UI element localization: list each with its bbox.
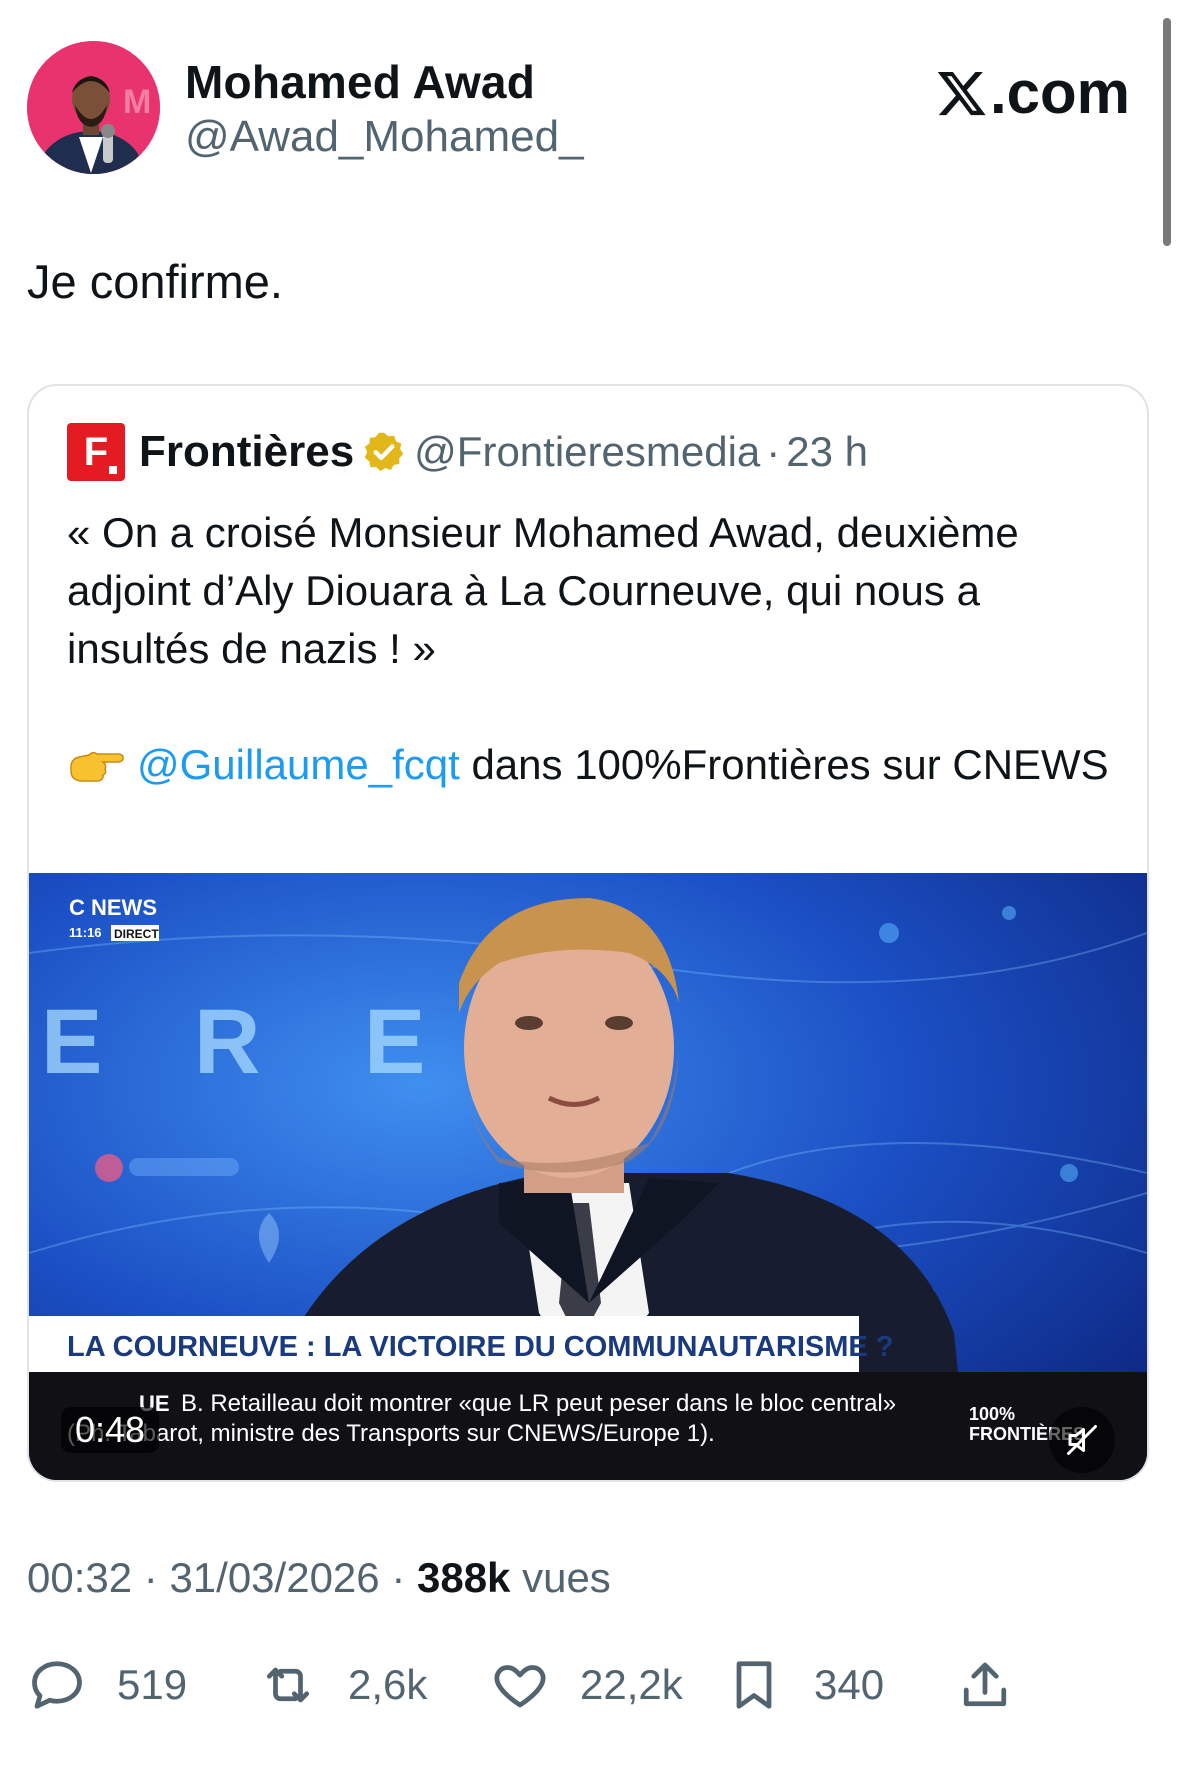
ticker-line-1: B. Retailleau doit montrer «que LR peut … xyxy=(181,1390,896,1417)
verified-badge-icon xyxy=(364,432,404,472)
like-button[interactable]: 22,2k xyxy=(490,1650,683,1720)
post-date[interactable]: 31/03/2026 xyxy=(169,1554,379,1601)
meta-separator: · xyxy=(132,1554,170,1601)
channel-bug: C NEWS 11:16 DIRECT xyxy=(69,895,159,941)
video-frame: E R E C NEWS 11:16 DIRECT LA COURNEUVE :… xyxy=(29,873,1147,1480)
heart-icon xyxy=(494,1665,546,1708)
action-bar: 519 2,6k 22,2k 340 xyxy=(0,1650,1180,1720)
quoted-author-avatar[interactable]: F xyxy=(67,423,125,481)
post-time[interactable]: 00:32 xyxy=(27,1554,132,1601)
quoted-author-name[interactable]: Frontières xyxy=(139,427,354,477)
bookmark-count: 340 xyxy=(814,1661,885,1708)
quoted-paragraph-2: @Guillaume_fcqt dans 100%Frontières sur … xyxy=(67,736,1117,794)
reply-icon xyxy=(32,1661,82,1709)
svg-text:M: M xyxy=(123,83,151,121)
share-button[interactable] xyxy=(955,1650,1045,1720)
quoted-post-header: F Frontières @Frontieresmedia · 23 h xyxy=(67,423,868,481)
bookmark-button[interactable]: 340 xyxy=(724,1650,884,1720)
quoted-author-handle[interactable]: @Frontieresmedia xyxy=(414,428,760,476)
channel-label: C NEWS xyxy=(69,895,157,920)
quoted-separator: · xyxy=(766,428,781,475)
site-logo: .com xyxy=(936,58,1130,128)
views-count: 388k xyxy=(416,1554,511,1601)
live-label: DIRECT xyxy=(114,927,159,941)
broadcast-clock: 11:16 xyxy=(69,925,102,940)
bookmark-icon xyxy=(736,1661,772,1709)
quoted-post[interactable]: F Frontières @Frontieresmedia · 23 h « O… xyxy=(27,384,1149,1482)
video-player[interactable]: E R E C NEWS 11:16 DIRECT LA COURNEUVE :… xyxy=(29,873,1147,1480)
post-meta: 00:32 · 31/03/2026 · 388k vues xyxy=(27,1550,611,1606)
pointing-hand-icon xyxy=(70,751,124,782)
quoted-post-text: « On a croisé Monsieur Mohamed Awad, deu… xyxy=(67,504,1117,794)
quoted-paragraph-2-text: dans 100%Frontières sur CNEWS xyxy=(459,741,1109,788)
reply-count: 519 xyxy=(117,1661,188,1708)
scrollbar[interactable] xyxy=(1163,18,1171,246)
mention-link[interactable]: @Guillaume_fcqt xyxy=(137,741,460,788)
quoted-timestamp[interactable]: 23 h xyxy=(786,428,868,476)
quoted-paragraph: « On a croisé Monsieur Mohamed Awad, deu… xyxy=(67,509,1019,672)
share-icon xyxy=(963,1662,1007,1707)
ticker-line-2: (Ph. Tabarot, ministre des Transports su… xyxy=(67,1420,715,1447)
mute-button[interactable] xyxy=(1049,1407,1115,1473)
backdrop-letter: E xyxy=(364,991,425,1093)
video-duration: 0:48 xyxy=(61,1407,160,1453)
repost-count: 2,6k xyxy=(348,1661,428,1708)
like-count: 22,2k xyxy=(580,1661,683,1708)
author-avatar[interactable]: M xyxy=(27,41,160,174)
author-name[interactable]: Mohamed Awad xyxy=(185,54,535,110)
tweet-text: Je confirme. xyxy=(27,255,283,308)
backdrop-letter: R xyxy=(194,991,260,1093)
avatar-dot xyxy=(109,466,117,474)
repost-button[interactable]: 2,6k xyxy=(258,1650,427,1720)
reply-button[interactable]: 519 xyxy=(27,1650,187,1720)
meta-separator: · xyxy=(379,1554,417,1601)
corner-brand-1: 100% xyxy=(969,1404,1015,1424)
headline-banner: LA COURNEUVE : LA VICTOIRE DU COMMUNAUTA… xyxy=(67,1331,894,1363)
quoted-avatar-letter: F xyxy=(83,429,109,474)
views-label: vues xyxy=(510,1554,611,1601)
repost-icon xyxy=(266,1667,310,1703)
site-logo-text: .com xyxy=(989,59,1130,126)
backdrop-letter: E xyxy=(41,991,102,1093)
x-logo-icon xyxy=(937,71,986,116)
muted-speaker-icon xyxy=(1067,1425,1097,1455)
author-handle[interactable]: @Awad_Mohamed_ xyxy=(185,110,584,164)
